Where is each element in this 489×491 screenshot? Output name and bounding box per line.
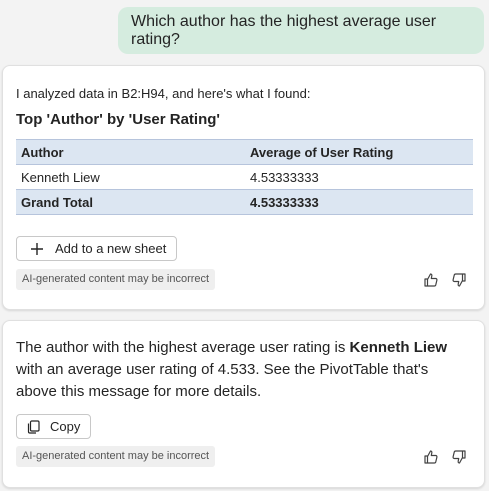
- thumbs-up-icon[interactable]: [422, 271, 440, 289]
- add-to-new-sheet-label: Add to a new sheet: [55, 241, 167, 256]
- pivot-header-rating: Average of User Rating: [245, 139, 473, 165]
- add-to-new-sheet-button[interactable]: Add to a new sheet: [16, 236, 177, 261]
- pivot-total-value: 4.53333333: [245, 189, 473, 215]
- pivot-header-author: Author: [16, 139, 245, 165]
- answer-response-card: The author with the highest average user…: [2, 320, 485, 488]
- pivot-title: Top 'Author' by 'User Rating': [16, 111, 220, 128]
- plus-icon: [30, 242, 44, 256]
- pivot-total-row: Grand Total 4.53333333: [16, 189, 473, 215]
- pivot-total-label: Grand Total: [16, 189, 245, 215]
- answer-text: The author with the highest average user…: [16, 337, 471, 403]
- pivot-table: Author Average of User Rating Kenneth Li…: [16, 139, 473, 215]
- user-message-bubble: Which author has the highest average use…: [118, 7, 484, 54]
- answer-text-after: with an average user rating of 4.533. Se…: [16, 361, 429, 400]
- pivot-cell-rating: 4.53333333: [245, 164, 473, 190]
- pivot-response-card: I analyzed data in B2:H94, and here's wh…: [2, 65, 485, 310]
- answer-text-before: The author with the highest average user…: [16, 339, 350, 356]
- answer-author: Kenneth Liew: [349, 339, 448, 356]
- response-intro: I analyzed data in B2:H94, and here's wh…: [16, 86, 311, 101]
- user-message-text: Which author has the highest average use…: [131, 12, 437, 48]
- table-row: Kenneth Liew 4.53333333: [16, 164, 473, 190]
- copy-icon: [27, 419, 41, 434]
- pivot-header-row: Author Average of User Rating: [16, 139, 473, 165]
- thumbs-down-icon[interactable]: [450, 448, 468, 466]
- ai-disclaimer-badge: AI-generated content may be incorrect: [16, 269, 216, 290]
- thumbs-up-icon[interactable]: [422, 448, 440, 466]
- copy-label: Copy: [50, 419, 81, 434]
- ai-disclaimer-badge: AI-generated content may be incorrect: [16, 446, 216, 467]
- thumbs-down-icon[interactable]: [450, 271, 468, 289]
- copy-button[interactable]: Copy: [16, 414, 91, 439]
- pivot-cell-author: Kenneth Liew: [16, 164, 245, 190]
